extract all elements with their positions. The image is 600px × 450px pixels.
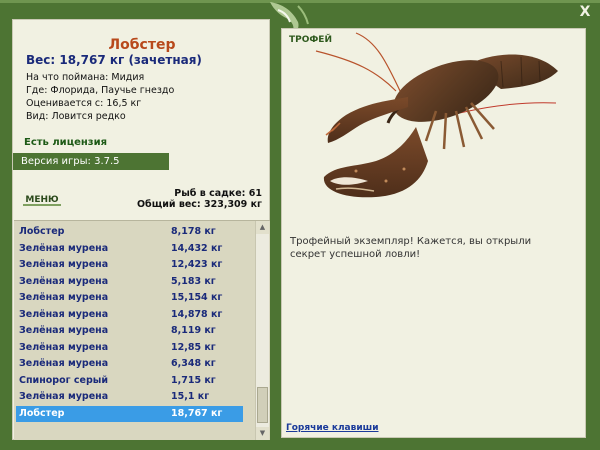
fish-name-cell: Зелёная мурена <box>19 292 109 303</box>
rarity-info: Вид: Ловится редко <box>26 111 126 122</box>
scroll-up-icon[interactable]: ▲ <box>256 221 269 234</box>
fish-weight-cell: 14,432 кг <box>171 242 223 254</box>
fish-name-cell: Зелёная мурена <box>19 242 109 254</box>
list-item[interactable]: Лобстер 18,767 кг <box>16 405 243 422</box>
fish-weight-cell: 6,348 кг <box>171 358 216 369</box>
list-scrollbar[interactable]: ▲ ▼ <box>255 221 269 440</box>
list-item[interactable]: Спинорог серый 1,715 кг <box>16 373 243 389</box>
min-weight-info: Оценивается с: 16,5 кг <box>26 98 142 109</box>
game-version: Версия игры: 3.7.5 <box>13 153 169 170</box>
list-item[interactable]: Лобстер 8,178 кг <box>16 224 243 240</box>
fish-weight-cell: 8,119 кг <box>171 325 216 336</box>
fish-count: Рыб в садке: 61 <box>174 188 262 199</box>
fish-info-panel: Лобстер Вес: 18,767 кг (зачетная) На что… <box>12 19 270 440</box>
fish-name-cell: Зелёная мурена <box>19 358 109 369</box>
menu-button[interactable]: МЕНЮ <box>17 192 67 208</box>
list-item[interactable]: Зелёная мурена 15,154 кг <box>16 290 243 306</box>
fish-weight-cell: 15,1 кг <box>171 391 210 402</box>
fish-weight-cell: 18,767 кг <box>171 407 223 419</box>
fish-name-cell: Зелёная мурена <box>19 308 109 320</box>
fish-name-cell: Спинорог серый <box>19 374 109 386</box>
list-item[interactable]: Зелёная мурена 15,1 кг <box>16 389 243 405</box>
list-item[interactable]: Зелёная мурена 12,423 кг <box>16 257 243 273</box>
scroll-down-icon[interactable]: ▼ <box>256 427 269 440</box>
hotkeys-link[interactable]: Горячие клавиши <box>286 423 379 433</box>
fish-weight-cell: 1,715 кг <box>171 374 216 386</box>
list-item[interactable]: Зелёная мурена 8,119 кг <box>16 323 243 339</box>
close-button[interactable]: X <box>578 5 592 19</box>
fish-weight-cell: 14,878 кг <box>171 308 223 320</box>
fish-name-cell: Зелёная мурена <box>19 325 109 336</box>
fish-weight-cell: 8,178 кг <box>171 226 216 237</box>
bait-info: На что поймана: Мидия <box>26 72 145 83</box>
license-status: Есть лицензия <box>24 137 108 148</box>
list-item[interactable]: Зелёная мурена 14,432 кг <box>16 241 243 257</box>
location-info: Где: Флорида, Паучье гнездо <box>26 85 175 96</box>
total-weight: Общий вес: 323,309 кг <box>136 199 262 210</box>
fish-name-cell: Зелёная мурена <box>19 275 109 287</box>
catch-stats: Рыб в садке: 61 Общий вес: 323,309 кг <box>137 188 262 210</box>
fish-name-cell: Зелёная мурена <box>19 341 109 353</box>
list-item[interactable]: Зелёная мурена 5,183 кг <box>16 274 243 290</box>
list-item[interactable]: Зелёная мурена 14,878 кг <box>16 307 243 323</box>
fish-weight-cell: 15,154 кг <box>171 292 223 303</box>
trophy-title: ТРОФЕЙ <box>289 35 332 45</box>
fish-weight-cell: 12,85 кг <box>171 341 216 353</box>
lobster-image <box>315 32 558 198</box>
fish-details: На что поймана: Мидия Где: Флорида, Пауч… <box>26 71 174 123</box>
fish-name-cell: Зелёная мурена <box>19 259 109 270</box>
fish-name-cell: Лобстер <box>19 407 65 419</box>
window-frame: X Лобстер Вес: 18,767 кг (зачетная) На ч… <box>0 0 600 450</box>
catch-list[interactable]: Лобстер 18,767 кг Зелёная мурена 15,1 кг Спи… <box>14 220 270 440</box>
fish-name: Лобстер <box>108 37 176 53</box>
scroll-thumb[interactable] <box>257 387 268 423</box>
fish-name-cell: Зелёная мурена <box>19 391 109 402</box>
fish-weight-cell: 12,423 кг <box>171 259 223 270</box>
trophy-message: Трофейный экземпляр! Кажется, вы открыли… <box>290 236 532 260</box>
fish-name-cell: Лобстер <box>19 226 65 237</box>
fish-weight: Вес: 18,767 кг (зачетная) <box>26 53 202 67</box>
trophy-panel: ТРОФЕЙ Трофейный экземпляр! Кажется, вы … <box>281 28 586 438</box>
list-item[interactable]: Зелёная мурена 12,85 кг <box>16 340 243 356</box>
fish-weight-cell: 5,183 кг <box>171 275 216 287</box>
list-item[interactable]: Зелёная мурена 6,348 кг <box>16 356 243 372</box>
